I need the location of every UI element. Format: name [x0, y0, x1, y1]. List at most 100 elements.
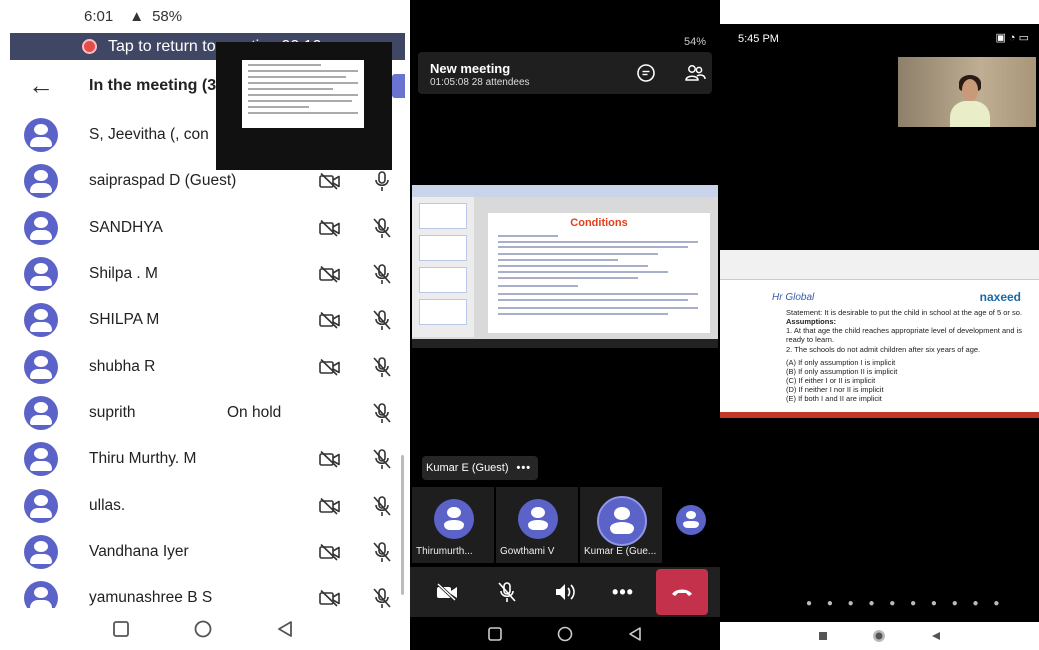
recents-icon[interactable]	[487, 627, 502, 641]
camera-off-icon	[436, 583, 457, 601]
camera-off-icon	[319, 358, 341, 376]
mute-button[interactable]	[482, 567, 532, 617]
status-time: 6:01	[84, 8, 114, 25]
participant-tile[interactable]	[664, 487, 720, 563]
participant-row[interactable]: Vandhana Iyer	[0, 529, 405, 575]
participant-row[interactable]: SANDHYA	[0, 205, 405, 251]
android-nav-bar	[410, 618, 720, 650]
participant-row[interactable]: Thiru Murthy. M	[0, 436, 405, 482]
participant-tile-label: Thirumurth...	[416, 546, 473, 557]
participant-name: Thiru Murthy. M	[89, 450, 197, 468]
participant-tile[interactable]: Gowthami V	[496, 487, 578, 563]
participant-row[interactable]: suprith On hold	[0, 390, 405, 436]
mic-off-icon[interactable]	[371, 541, 393, 563]
powerpoint-ribbon	[720, 250, 1039, 280]
participant-name: SHILPA M	[89, 311, 160, 329]
windows-taskbar	[412, 339, 718, 348]
avatar	[676, 505, 706, 535]
recording-icon	[82, 39, 97, 54]
network-icon: ▲	[129, 8, 145, 25]
participant-row[interactable]: SHILPA M	[0, 297, 405, 343]
back-icon[interactable]	[277, 621, 293, 637]
scrollbar[interactable]	[401, 455, 404, 595]
slide-content: Statement: It is desirable to put the ch…	[786, 308, 1026, 403]
avatar	[24, 303, 58, 338]
slide-thumbnails	[412, 197, 474, 337]
camera-off-icon	[319, 265, 341, 283]
avatar	[24, 349, 58, 384]
mic-off-icon[interactable]	[371, 309, 393, 331]
mic-icon[interactable]	[371, 170, 393, 192]
shared-document-thumbnail	[242, 60, 364, 128]
invite-button[interactable]	[392, 74, 405, 98]
participants-icon[interactable]	[684, 62, 706, 84]
camera-off-icon	[319, 172, 341, 191]
chat-icon[interactable]	[636, 63, 656, 83]
home-icon[interactable]	[872, 629, 886, 643]
participant-tiles: Thirumurth... Gowthami V Kumar E (Gue...	[412, 487, 720, 563]
page-title: In the meeting (3	[89, 77, 217, 94]
mic-off-icon[interactable]	[371, 495, 393, 517]
mic-off-icon[interactable]	[371, 448, 393, 470]
participant-name: Shilpa . M	[89, 265, 158, 283]
participant-tile[interactable]: Kumar E (Gue...	[580, 487, 662, 563]
mic-off-icon[interactable]	[371, 402, 393, 424]
battery-level: 58%	[152, 8, 183, 25]
participant-row[interactable]: shubha R	[0, 343, 405, 389]
camera-toggle-button[interactable]	[422, 567, 472, 617]
avatar	[518, 499, 558, 539]
camera-off-icon	[319, 219, 341, 237]
mic-off-icon[interactable]	[371, 217, 393, 239]
more-actions-icon[interactable]: •••	[598, 567, 648, 617]
brand-logo: Hr Global	[772, 292, 815, 303]
participant-tile-label: Gowthami V	[500, 546, 555, 557]
status-icons: ▣ ◔ ▭	[995, 32, 1029, 44]
android-nav-bar	[720, 622, 1039, 650]
participant-tile-label: Kumar E (Gue...	[584, 546, 657, 557]
meeting-duration-attendees: 01:05:08 28 attendees	[430, 77, 530, 88]
camera-off-icon	[319, 589, 341, 607]
back-arrow-icon[interactable]: ←	[28, 70, 54, 101]
mic-off-icon[interactable]	[371, 263, 393, 285]
page-indicator[interactable]: ● ● ● ● ● ● ● ● ● ●	[806, 598, 1005, 609]
slide-option: (C) If either I or II is implicit	[786, 375, 876, 385]
back-icon[interactable]	[628, 627, 642, 641]
status-time: 5:45 PM	[738, 33, 779, 45]
powerpoint-ribbon	[412, 185, 718, 197]
mic-off-icon[interactable]	[371, 587, 393, 609]
home-icon[interactable]	[194, 620, 212, 638]
participant-name: SANDHYA	[89, 218, 163, 236]
presenter-name: Kumar E (Guest)	[426, 462, 509, 474]
camera-off-icon	[319, 497, 341, 515]
battery-level: 54%	[683, 36, 706, 48]
slide-option: (B) If only assumption II is implicit	[786, 366, 898, 376]
home-icon[interactable]	[557, 626, 573, 642]
slide-assumption: 1. At that age the child reaches appropr…	[786, 326, 1022, 345]
back-icon[interactable]	[931, 631, 941, 641]
meeting-title: New meeting	[430, 61, 511, 76]
avatar	[24, 257, 58, 292]
recents-icon[interactable]	[112, 621, 129, 637]
avatar	[24, 534, 58, 569]
recents-icon[interactable]	[818, 631, 828, 641]
brand-logo: naxeed	[979, 290, 1021, 304]
call-controls: •••	[410, 567, 720, 617]
presenter-label[interactable]: Kumar E (Guest) •••	[422, 456, 538, 480]
self-video[interactable]	[898, 57, 1036, 127]
participant-row[interactable]: Shilpa . M	[0, 251, 405, 297]
slide-statement: Statement: It is desirable to put the ch…	[786, 308, 1022, 317]
screen-share-preview[interactable]	[216, 42, 392, 170]
participants-screen: 6:01 ▲ 58% Tap to return to meeting 00:1…	[0, 0, 405, 650]
avatar	[434, 499, 474, 539]
mic-off-icon	[498, 582, 516, 602]
shared-slide: Conditions	[488, 213, 710, 333]
participant-name: S, Jeevitha (, con	[89, 126, 209, 144]
participant-tile[interactable]: Thirumurth...	[412, 487, 494, 563]
more-options-icon[interactable]: •••	[517, 462, 532, 474]
mic-off-icon[interactable]	[371, 356, 393, 378]
slide-assumptions-title: Assumptions:	[786, 317, 837, 327]
participant-row[interactable]: ullas.	[0, 482, 405, 528]
end-call-button[interactable]	[656, 569, 708, 615]
camera-off-icon	[319, 450, 341, 468]
speaker-button[interactable]	[540, 567, 590, 617]
